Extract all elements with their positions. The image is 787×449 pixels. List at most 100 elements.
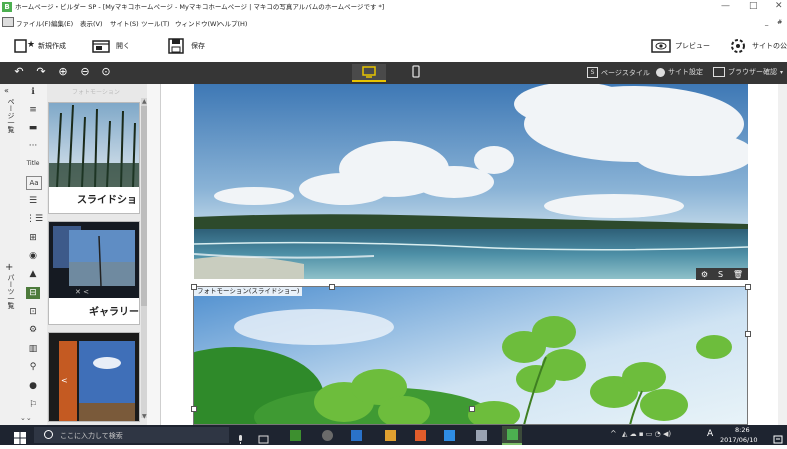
resize-handle-top[interactable] xyxy=(329,284,335,290)
page-list-label: ページ一覧 xyxy=(7,98,15,133)
button-part-icon[interactable]: ◉ xyxy=(26,250,40,262)
windows-start-icon[interactable] xyxy=(14,429,26,444)
taskbar-app-7-icon[interactable] xyxy=(476,430,487,441)
scroll-up-icon[interactable]: ▲ xyxy=(142,98,147,105)
taskbar-app-4-icon[interactable] xyxy=(385,430,396,441)
open-label: 開く xyxy=(116,42,130,50)
resize-handle-right[interactable] xyxy=(745,331,751,337)
flag-part-icon[interactable]: ⚐ xyxy=(26,399,40,411)
resize-handle-bottom[interactable] xyxy=(469,406,475,412)
taskbar-app-5-icon[interactable] xyxy=(415,430,426,441)
menu-site[interactable]: サイト(S) xyxy=(110,18,139,28)
block-style-icon[interactable]: S xyxy=(718,270,723,279)
window-title: ホームページ・ビルダー SP - [Myマキコホームページ - Myマキコホーム… xyxy=(15,3,385,11)
resize-handle-bl[interactable] xyxy=(191,406,197,412)
zoom-out-icon[interactable]: ⊖ xyxy=(78,65,92,79)
block-settings-icon[interactable]: ⚙ xyxy=(701,270,708,279)
resize-handle-tr[interactable] xyxy=(745,284,751,290)
minimize-button[interactable]: — xyxy=(721,1,730,11)
site-settings-button[interactable]: サイト設定 xyxy=(656,67,703,77)
save-button[interactable]: 保存 xyxy=(167,36,205,56)
undo-icon[interactable]: ↶ xyxy=(12,65,26,79)
redo-icon[interactable]: ↷ xyxy=(34,65,48,79)
info-part-icon[interactable]: ℹ xyxy=(26,86,40,98)
pc-view-tab[interactable] xyxy=(352,64,386,82)
eye-icon xyxy=(651,38,671,54)
help-part-icon[interactable]: ● xyxy=(26,380,40,392)
beach-photo xyxy=(194,84,748,279)
dropdown-icon: ▾ xyxy=(780,68,784,76)
page-style-button[interactable]: S ページスタイル xyxy=(587,67,650,78)
taskbar-homepage-builder-button[interactable] xyxy=(502,426,522,445)
title-part-icon[interactable]: Title xyxy=(26,158,40,170)
taskbar-app-6-icon[interactable] xyxy=(444,430,455,441)
svg-text:<: < xyxy=(61,376,68,385)
block-delete-icon[interactable]: 🗑 xyxy=(733,270,743,279)
zoom-reset-icon[interactable]: ⊙ xyxy=(99,65,113,79)
preview-button[interactable]: プレビュー xyxy=(651,36,710,56)
block-toolbar: ⚙ S 🗑 xyxy=(696,268,748,280)
taskbar-app-2-icon[interactable] xyxy=(322,430,333,441)
image-part-icon[interactable]: ▲ xyxy=(26,268,40,280)
filmstrip-thumb[interactable]: < xyxy=(48,332,140,422)
taskbar-date[interactable]: 2017/06/10 xyxy=(720,436,757,444)
tray-icons[interactable]: ◭ ☁ ▪ ▭ ◔ ◀) xyxy=(622,430,671,438)
text-part-icon[interactable]: ≡ xyxy=(26,104,40,116)
svg-text:★: ★ xyxy=(27,40,34,50)
taskbar-app-3-icon[interactable] xyxy=(351,430,362,441)
table-part-icon[interactable]: ⊞ xyxy=(26,232,40,244)
divider-part-icon[interactable]: ▬ xyxy=(26,122,40,134)
thumb-panel-header: フォトモーション xyxy=(72,89,120,96)
smartphone-icon xyxy=(412,65,420,78)
settings-gear-icon xyxy=(656,67,665,77)
new-page-button[interactable]: ★ 新規作成 xyxy=(14,36,66,56)
notification-icon[interactable] xyxy=(773,430,783,444)
search-part-icon[interactable]: ⚲ xyxy=(26,361,40,373)
doc-minimize-button[interactable]: _ xyxy=(765,18,768,26)
slideshow-thumb-image xyxy=(49,103,139,187)
list-part-icon[interactable]: ⋮☰ xyxy=(26,213,43,225)
system-menu-icon[interactable] xyxy=(2,17,14,27)
microphone-icon[interactable] xyxy=(235,430,246,444)
page-style-label: ページスタイル xyxy=(601,68,650,77)
smartphone-view-tab[interactable] xyxy=(408,64,424,82)
map-part-icon[interactable]: ⚙ xyxy=(26,324,40,336)
gallery-thumb[interactable]: ✕ < ギャラリー xyxy=(48,221,140,325)
slideshow-thumb[interactable]: スライドショ xyxy=(48,102,140,214)
heading-part-icon[interactable]: Aa xyxy=(26,176,42,190)
menu-file[interactable]: ファイル(F) xyxy=(16,18,51,28)
maximize-button[interactable]: □ xyxy=(749,1,758,11)
tray-expand-icon[interactable]: ^ xyxy=(610,429,617,438)
zoom-in-icon[interactable]: ⊕ xyxy=(56,65,70,79)
open-button[interactable]: 開く xyxy=(92,36,130,56)
canvas-scrollbar[interactable] xyxy=(778,84,787,425)
column-part-icon[interactable]: ▥ xyxy=(26,343,40,355)
add-part-icon[interactable]: + xyxy=(5,262,13,273)
tools-scroll-icon[interactable]: ⌄⌄ xyxy=(20,414,32,422)
taskbar-time[interactable]: 8:26 xyxy=(735,426,750,434)
new-page-icon: ★ xyxy=(14,38,35,54)
page-list-tab[interactable]: ページ一覧 xyxy=(6,98,15,158)
gallery-part-icon[interactable]: ⊡ xyxy=(26,306,40,318)
menu-view[interactable]: 表示(V) xyxy=(80,18,103,28)
beach-image-block[interactable] xyxy=(194,84,748,279)
panel-divider[interactable] xyxy=(147,84,161,425)
photo-motion-part-icon[interactable]: ⊟ xyxy=(26,287,40,299)
browser-check-button[interactable]: ブラウザー確認 ▾ xyxy=(713,67,783,77)
doc-restore-button[interactable]: # xyxy=(777,18,782,26)
menu-help[interactable]: ヘルプ(H) xyxy=(218,18,247,28)
taskbar-app-1-icon[interactable] xyxy=(290,430,301,441)
parts-list-tab[interactable]: パーツ一覧 xyxy=(6,274,15,334)
ime-indicator[interactable]: A xyxy=(707,429,713,439)
menu-edit[interactable]: 編集(E) xyxy=(51,18,73,28)
collapse-panel-icon[interactable]: « xyxy=(4,86,9,95)
spacer-part-icon[interactable]: ··· xyxy=(26,140,40,152)
menu-tools[interactable]: ツール(T) xyxy=(141,18,170,28)
menu-window[interactable]: ウィンドウ(W) xyxy=(175,18,219,28)
close-button[interactable]: ✕ xyxy=(775,1,783,11)
task-view-icon[interactable] xyxy=(258,430,269,444)
paragraph-part-icon[interactable]: ☰ xyxy=(26,195,40,207)
publish-site-button[interactable]: サイトの公開 xyxy=(728,36,787,56)
resize-handle-tl[interactable] xyxy=(191,284,197,290)
scroll-down-icon[interactable]: ▼ xyxy=(142,413,147,420)
